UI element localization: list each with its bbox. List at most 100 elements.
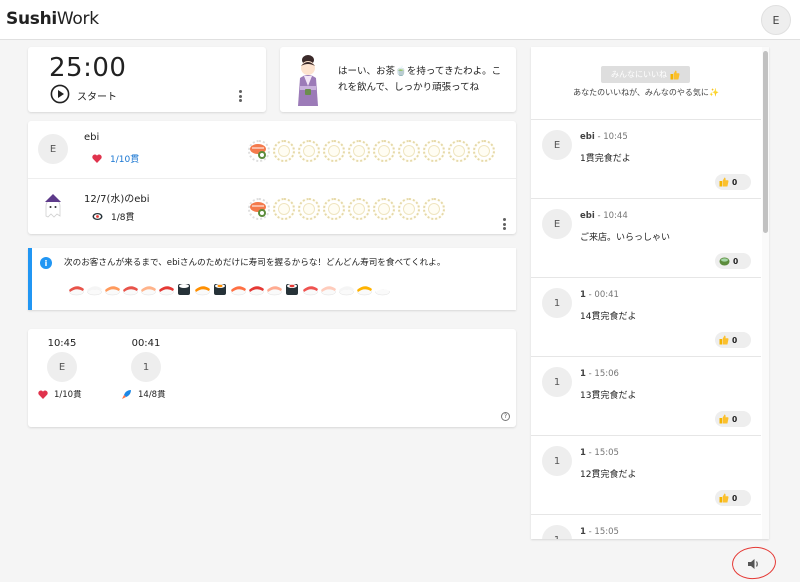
reaction-button[interactable]: 0: [715, 332, 751, 348]
empty-plate: [273, 198, 295, 220]
sushi-conveyor: [68, 282, 391, 296]
info-alert: i 次のお客さんが来るまで、ebiさんのためだけに寿司を握るからな！どんどん寿司…: [28, 248, 516, 310]
feed-item: 11 - 15:05: [531, 515, 761, 539]
scroll-thumb[interactable]: [763, 51, 768, 233]
app-logo[interactable]: SushiWork: [6, 9, 99, 29]
sushi-icon: [87, 286, 102, 296]
history-time: 00:41: [131, 338, 161, 349]
feed-item: Eebi - 10:45 1貫完食だよ 0: [531, 120, 761, 199]
plate-row: [248, 140, 495, 162]
timer-display: 25:00: [49, 53, 127, 83]
feed-time: 15:06: [594, 369, 619, 379]
empty-plate: [398, 140, 420, 162]
activity-feed: Eebi - 10:45 1貫完食だよ 0 Eebi - 10:44 ご来店。いらっしゃ…: [531, 120, 761, 539]
feed-meta: ebi - 10:44: [580, 211, 628, 221]
timer-more-icon[interactable]: [234, 89, 246, 103]
sushi-icon: [195, 286, 210, 296]
feed-item: 1 1 - 15:06 13貫完食だよ 0: [531, 357, 761, 436]
info-icon: i: [40, 257, 52, 269]
okami-message-card: はーい、お茶🍵を持ってきたわよ。これを飲んで、しっかり頑張ってね: [280, 47, 516, 112]
feed-avatar: 1: [542, 525, 572, 539]
empty-plate: [348, 198, 370, 220]
feed-user: ebi: [580, 211, 595, 221]
history-progress: 14/8貫: [121, 388, 166, 400]
history-card: 10:45 E 1/10貫 00:41 1 14/8貫 ?: [28, 329, 516, 427]
activity-panel: みんなにいいね あなたのいいねが、みんなのやる気に✨ Eebi - 10:45 1…: [531, 47, 769, 539]
feed-time: 15:05: [594, 448, 619, 458]
reaction-count: 0: [732, 177, 738, 187]
like-note: あなたのいいねが、みんなのやる気に✨: [531, 87, 761, 98]
reaction-count: 0: [732, 414, 738, 424]
feed-avatar: E: [542, 209, 572, 239]
start-button-label[interactable]: スタート: [77, 88, 117, 103]
feed-item: Eebi - 10:44 ご来店。いらっしゃい 0: [531, 199, 761, 278]
like-all-label: みんなにいいね: [611, 70, 667, 79]
sushi-icon: [92, 213, 103, 220]
history-progress: 1/10貫: [38, 388, 82, 400]
feed-scrollbar[interactable]: [762, 47, 769, 539]
empty-plate: [448, 140, 470, 162]
feed-text: 13貫完食だよ: [580, 391, 637, 401]
feed-time: 15:05: [594, 527, 619, 537]
empty-plate: [298, 140, 320, 162]
empty-plate: [348, 140, 370, 162]
timer-card: 25:00 スタート: [28, 47, 266, 112]
empty-plate: [273, 140, 295, 162]
member-row: 12/7(水)のebi 1/8貫: [28, 178, 516, 234]
reaction-button[interactable]: 0: [715, 411, 751, 427]
feed-text: ご来店。いらっしゃい: [580, 233, 671, 243]
feed-text: 1貫完食だよ: [580, 154, 631, 164]
tea-icon: [719, 257, 730, 266]
feed-user: ebi: [580, 132, 595, 142]
feed-item: 11 - 00:41 14貫完食だよ 0: [531, 278, 761, 357]
like-all-section: みんなにいいね あなたのいいねが、みんなのやる気に✨: [531, 47, 761, 120]
reaction-count: 0: [732, 335, 738, 345]
sushi-icon: [159, 286, 174, 296]
empty-plate: [373, 140, 395, 162]
feed-time: 00:41: [594, 290, 619, 300]
reaction-button[interactable]: 0: [715, 490, 751, 506]
feed-avatar: 1: [542, 446, 572, 476]
user-avatar-button[interactable]: E: [761, 5, 791, 35]
rocket-icon: [122, 389, 131, 399]
sushi-icon: [303, 286, 318, 296]
thumbs-up-icon: [719, 493, 729, 503]
sushi-icon: [69, 286, 84, 296]
history-avatar: 1: [131, 352, 161, 382]
empty-plate: [423, 140, 445, 162]
play-icon[interactable]: [50, 84, 70, 104]
logo-light-text: Work: [56, 9, 99, 29]
feed-meta: 1 - 15:06: [580, 369, 619, 379]
heart-icon: [92, 154, 102, 163]
feed-meta: 1 - 15:05: [580, 448, 619, 458]
empty-plate: [373, 198, 395, 220]
history-count: 1/10貫: [54, 390, 82, 400]
logo-bold-text: Sushi: [6, 9, 57, 29]
member-count: 1/8貫: [111, 213, 135, 223]
sushi-icon: [123, 286, 138, 296]
sushi-icon: [286, 284, 298, 295]
member-avatar: E: [38, 134, 68, 164]
feed-user: 1: [580, 527, 586, 537]
reaction-button[interactable]: 0: [715, 253, 751, 269]
feed-time: 10:44: [603, 211, 628, 221]
sushi-icon: [357, 286, 372, 296]
sushi-icon: [339, 286, 354, 296]
help-icon[interactable]: ?: [501, 412, 510, 421]
thumbs-up-icon: [719, 414, 729, 424]
empty-plate: [423, 198, 445, 220]
reaction-button[interactable]: 0: [715, 174, 751, 190]
ghost-avatar-icon: [38, 192, 68, 222]
sushi-icon: [231, 286, 246, 296]
feed-avatar: 1: [542, 367, 572, 397]
empty-plate: [323, 140, 345, 162]
feed-item: 11 - 15:05 12貫完食だよ 0: [531, 436, 761, 515]
plate-row: [248, 198, 445, 220]
sushi-icon: [249, 286, 264, 296]
like-all-button[interactable]: みんなにいいね: [601, 66, 690, 83]
thumbs-up-icon: [670, 70, 680, 79]
sushi-icon: [375, 286, 390, 296]
member-name: ebi: [84, 132, 100, 143]
member-more-icon[interactable]: [498, 217, 510, 231]
sushi-plate-full: [248, 198, 270, 220]
